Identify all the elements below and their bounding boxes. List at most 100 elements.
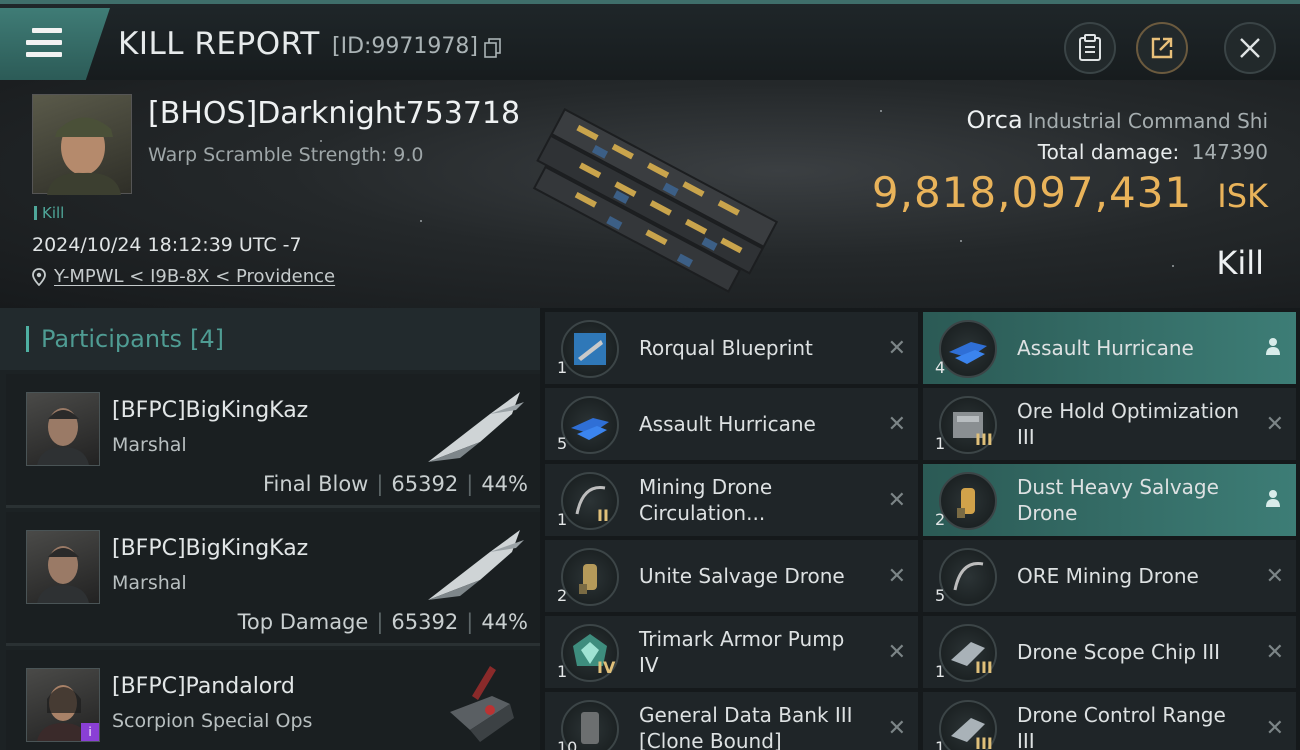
item-quantity: 2 (935, 510, 946, 529)
avatar: i (26, 668, 100, 742)
participant-name: [BFPC]BigKingKaz (112, 398, 309, 423)
destroyed-x-icon: ✕ (887, 412, 906, 437)
item-level: III (975, 430, 993, 449)
isk-value: 9,818,097,431 ISK (872, 168, 1268, 217)
participant-ship: Marshal (112, 434, 187, 456)
destroyed-x-icon: ✕ (1265, 412, 1284, 437)
item-row[interactable]: 1 III Drone Scope Chip III ✕ (923, 616, 1296, 688)
item-name: Drone Scope Chip III (1017, 640, 1220, 664)
item-name: Ore Hold Optimization III (1017, 399, 1240, 449)
item-quantity: 1 (935, 434, 946, 453)
blueprint-icon (561, 320, 619, 378)
item-quantity: 5 (935, 586, 946, 605)
item-quantity: 4 (935, 358, 946, 377)
page-title: KILL REPORT (118, 26, 320, 62)
avatar (26, 530, 100, 604)
location-text: Y-MPWL < I9B-8X < Providence (54, 266, 336, 287)
item-row[interactable]: 1 Rorqual Blueprint ✕ (545, 312, 918, 384)
item-name: Mining Drone Circulation... (639, 475, 773, 525)
location-link[interactable]: Y-MPWL < I9B-8X < Providence (32, 266, 335, 287)
share-button[interactable] (1136, 22, 1188, 74)
destroyed-x-icon: ✕ (1265, 564, 1284, 589)
item-quantity: 1 (935, 738, 946, 750)
participant-card[interactable]: [BFPC]BigKingKaz Marshal Final Blow | 6539… (6, 374, 540, 508)
item-quantity: 10 (557, 738, 578, 750)
clipboard-button[interactable] (1064, 22, 1116, 74)
kill-tag: Kill (34, 204, 64, 222)
participants-header: Participants [4] (0, 308, 540, 370)
menu-button[interactable] (0, 8, 110, 80)
item-name: Unite Salvage Drone (639, 564, 845, 588)
item-quantity: 5 (557, 434, 568, 453)
copy-icon[interactable] (484, 38, 502, 58)
item-row[interactable]: 2 Dust Heavy Salvage Drone (923, 464, 1296, 536)
item-quantity: 1 (935, 662, 946, 681)
item-row[interactable]: 5 ORE Mining Drone ✕ (923, 540, 1296, 612)
item-name: Assault Hurricane (1017, 336, 1194, 360)
item-row[interactable]: 2 Unite Salvage Drone ✕ (545, 540, 918, 612)
mining-drone-icon (939, 548, 997, 606)
pilot-portrait-icon (37, 408, 89, 465)
item-row[interactable]: 1 III Ore Hold Optimization III ✕ (923, 388, 1296, 460)
participant-damage: 65392 (391, 610, 459, 634)
item-quantity: 1 (557, 358, 568, 377)
item-row[interactable]: 1 III Drone Control Range III ✕ (923, 692, 1296, 750)
participant-ship: Marshal (112, 572, 187, 594)
participants-count: [4] (189, 325, 224, 353)
item-row[interactable]: 1 IV Trimark Armor Pump IV ✕ (545, 616, 918, 688)
participant-card[interactable]: i [BFPC]Pandalord Scorpion Special Ops (6, 650, 540, 750)
item-name: Assault Hurricane (639, 412, 816, 436)
close-button[interactable] (1224, 22, 1276, 74)
participant-role: Top Damage (237, 610, 369, 634)
victim-ship: Orca Industrial Command Shi (967, 106, 1268, 134)
location-pin-icon (32, 267, 46, 286)
top-bar: KILL REPORT [ID:9971978] (0, 0, 1300, 80)
destroyed-x-icon: ✕ (887, 564, 906, 589)
drone-icon (561, 396, 619, 454)
item-row[interactable]: 1 II Mining Drone Circulation... ✕ (545, 464, 918, 536)
participant-card[interactable]: [BFPC]BigKingKaz Marshal Top Damage | 6539… (6, 512, 540, 646)
participant-stats: Top Damage | 65392 | 44% (237, 610, 528, 634)
item-row[interactable]: 5 Assault Hurricane ✕ (545, 388, 918, 460)
orca-ship-render (532, 107, 779, 293)
drone-icon (939, 320, 997, 378)
ship-name: Orca (966, 106, 1023, 134)
total-damage-label: Total damage: (1037, 140, 1180, 164)
destroyed-x-icon: ✕ (1265, 716, 1284, 741)
destroyed-x-icon: ✕ (887, 488, 906, 513)
participant-percent: 44% (481, 610, 528, 634)
item-level: IV (597, 658, 616, 677)
total-damage-value: 147390 (1191, 140, 1268, 164)
pilot-portrait-icon (47, 117, 121, 195)
item-row[interactable]: 10 General Data Bank III [Clone Bound] ✕ (545, 692, 918, 750)
victim-avatar[interactable] (32, 94, 132, 195)
participant-stats: Final Blow | 65392 | 44% (263, 472, 528, 496)
participant-percent: 44% (481, 472, 528, 496)
info-badge-icon: i (81, 723, 99, 741)
result-label: Kill (1216, 244, 1264, 282)
kill-timestamp: 2024/10/24 18:12:39 UTC -7 (32, 234, 302, 256)
destroyed-x-icon: ✕ (887, 716, 906, 741)
item-name: Trimark Armor Pump IV (639, 627, 845, 677)
person-icon (1266, 490, 1280, 507)
salvage-drone-icon (561, 548, 619, 606)
pilot-portrait-icon (37, 546, 89, 603)
item-quantity: 1 (557, 510, 568, 529)
item-row[interactable]: 4 Assault Hurricane (923, 312, 1296, 384)
destroyed-x-icon: ✕ (1265, 640, 1284, 665)
person-icon (1266, 338, 1280, 355)
share-icon (1151, 37, 1173, 59)
destroyed-x-icon: ✕ (887, 336, 906, 361)
item-name: ORE Mining Drone (1017, 564, 1199, 588)
item-level: III (975, 658, 993, 677)
close-icon (1240, 38, 1260, 58)
clipboard-icon (1079, 34, 1101, 61)
item-level: III (975, 734, 993, 750)
mining-drone-circulation-icon (561, 472, 619, 530)
victim-banner: [BHOS]Darknight753718 Warp Scramble Stre… (0, 80, 1300, 308)
item-name: Dust Heavy Salvage Drone (1017, 475, 1219, 525)
marshal-ship-icon (428, 530, 524, 600)
participants-panel: Participants [4] [BFPC]BigKingKaz Marsha… (0, 308, 540, 750)
participant-name: [BFPC]Pandalord (112, 674, 295, 699)
total-damage: Total damage: 147390 (1038, 140, 1268, 164)
